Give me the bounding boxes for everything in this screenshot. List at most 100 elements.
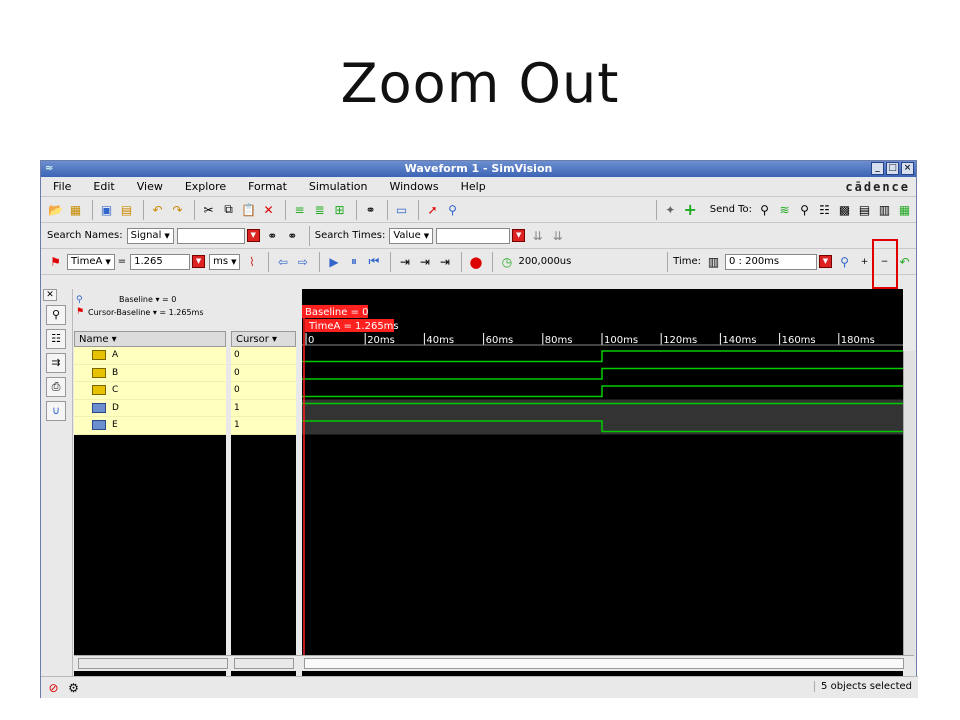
- stop-icon[interactable]: ●: [467, 253, 484, 271]
- new-window-icon[interactable]: ▣: [98, 201, 115, 218]
- transaction-icon[interactable]: ▥: [876, 201, 893, 218]
- print-icon[interactable]: ⎙: [46, 377, 66, 397]
- calculator-icon[interactable]: ▦: [896, 201, 913, 218]
- binoculars-icon[interactable]: ⚭: [362, 201, 379, 218]
- paste-icon[interactable]: 📋: [240, 201, 257, 218]
- cursor-time-input[interactable]: 1.265: [130, 253, 191, 270]
- step-icon[interactable]: ⇥: [396, 253, 413, 270]
- delete-icon[interactable]: ✕: [260, 201, 277, 218]
- hierarchy-icon[interactable]: ☷: [46, 329, 66, 349]
- close-button[interactable]: ×: [901, 162, 914, 175]
- search-names-dropdown-icon[interactable]: ▼: [246, 229, 260, 242]
- network-icon[interactable]: ⚙: [65, 679, 82, 696]
- time-range-input[interactable]: 0 : 200ms: [725, 253, 817, 270]
- expand-icon[interactable]: ⇉: [46, 353, 66, 373]
- vertical-scrollbar[interactable]: [903, 351, 915, 661]
- cursor-column-header[interactable]: Cursor ▾: [231, 331, 296, 347]
- design-browser-icon[interactable]: ⚲: [756, 201, 773, 218]
- waveform-pane[interactable]: 0 20ms 40ms 60ms 80ms 100ms 120ms 140ms 160ms 180…: [302, 289, 903, 679]
- next-edge-icon[interactable]: ⇨: [294, 253, 311, 270]
- zoom-fit-icon[interactable]: ⚲: [836, 253, 853, 270]
- step-over-icon[interactable]: ⇥: [416, 253, 433, 270]
- run-icon[interactable]: ▶: [325, 253, 342, 270]
- redo-icon[interactable]: ↷: [169, 201, 186, 218]
- signal-row[interactable]: D: [74, 399, 226, 417]
- search-times-mode-select[interactable]: Value ▼: [389, 227, 434, 244]
- signal-row[interactable]: B: [74, 364, 226, 382]
- time-tick-label: 160ms: [782, 335, 816, 346]
- title-bar[interactable]: ≈ Waveform 1 - SimVision _ □ ×: [41, 161, 916, 177]
- search-times-prev-icon[interactable]: ⇊: [529, 227, 546, 244]
- search-names-input[interactable]: [176, 227, 245, 244]
- cursor-hscroll[interactable]: [234, 658, 294, 669]
- magnet-icon[interactable]: ∪: [46, 401, 66, 421]
- waveform-hscroll[interactable]: [304, 658, 904, 669]
- menu-windows[interactable]: Windows: [389, 180, 438, 193]
- cursor-value-row[interactable]: 0: [231, 364, 296, 382]
- group-icon[interactable]: ⊞: [331, 201, 348, 218]
- name-hscroll[interactable]: [78, 658, 228, 669]
- reuse-window-icon[interactable]: ▤: [118, 201, 135, 218]
- search-times-dropdown-icon[interactable]: ▼: [512, 229, 526, 242]
- zoom-in-icon[interactable]: +: [856, 253, 873, 270]
- wizard-icon[interactable]: ✦: [662, 201, 679, 218]
- time-range-icon: ▥: [707, 254, 720, 269]
- copy-icon[interactable]: ⧉: [220, 201, 237, 218]
- undo-icon[interactable]: ↶: [149, 201, 166, 218]
- search-next-icon[interactable]: ⚭: [264, 227, 281, 244]
- marker-icon[interactable]: ▭: [393, 201, 410, 218]
- step-out-icon[interactable]: ⇥: [436, 253, 453, 270]
- cursor-value-row[interactable]: 1: [231, 417, 296, 435]
- waveform-canvas[interactable]: 0 20ms 40ms 60ms 80ms 100ms 120ms 140ms 160ms 180…: [302, 289, 903, 655]
- cursor-time-dropdown-icon[interactable]: ▼: [192, 255, 206, 268]
- marker-select[interactable]: TimeA ▼: [67, 253, 115, 270]
- browse-icon[interactable]: ⚲: [46, 305, 66, 325]
- cursor-flag-icon[interactable]: ⚑: [47, 253, 64, 270]
- no-entry-icon[interactable]: ⊘: [45, 679, 62, 696]
- cursor-value-row[interactable]: 0: [231, 382, 296, 400]
- search-names-mode-select[interactable]: Signal ▼: [126, 227, 174, 244]
- zoom-tool-icon[interactable]: ⚲: [444, 201, 461, 218]
- cursor-edit-icon[interactable]: ⌇: [243, 253, 260, 270]
- baseline-readout[interactable]: Baseline ▾ = 0: [119, 295, 176, 304]
- signal-row[interactable]: C: [74, 382, 226, 400]
- menu-format[interactable]: Format: [248, 180, 287, 193]
- pause-icon[interactable]: ⏸: [345, 253, 362, 270]
- signal-row[interactable]: E: [74, 417, 226, 435]
- menu-edit[interactable]: Edit: [93, 180, 114, 193]
- menu-file[interactable]: File: [53, 180, 71, 193]
- prev-edge-icon[interactable]: ⇦: [274, 253, 291, 270]
- name-column-header[interactable]: Name ▾: [74, 331, 226, 347]
- cursor-value-row[interactable]: 1: [231, 399, 296, 417]
- collapse-bus-icon[interactable]: ≣: [311, 201, 328, 218]
- memory-viewer-icon[interactable]: ▤: [856, 201, 873, 218]
- search-times-input[interactable]: [436, 227, 511, 244]
- minimize-button[interactable]: _: [871, 162, 884, 175]
- time-unit-select[interactable]: ms ▼: [209, 253, 241, 270]
- time-range-dropdown-icon[interactable]: ▼: [819, 255, 832, 268]
- maximize-button[interactable]: □: [886, 162, 899, 175]
- menu-view[interactable]: View: [137, 180, 163, 193]
- cursor-baseline-readout[interactable]: Cursor-Baseline ▾ = 1.265ms: [88, 308, 204, 317]
- expand-bus-icon[interactable]: ≡: [291, 201, 308, 218]
- search-prev-icon[interactable]: ⚭: [284, 227, 301, 244]
- waveform-icon[interactable]: ≋: [776, 201, 793, 218]
- signal-row[interactable]: A: [74, 347, 226, 365]
- open-database-icon[interactable]: 📂: [47, 201, 64, 218]
- register-icon[interactable]: ▩: [836, 201, 853, 218]
- menu-help[interactable]: Help: [461, 180, 486, 193]
- select-pointer-icon[interactable]: ➚: [424, 201, 441, 218]
- cut-icon[interactable]: ✂: [200, 201, 217, 218]
- horizontal-scrollbar[interactable]: [74, 655, 914, 671]
- rewind-icon[interactable]: ⏮: [365, 253, 382, 270]
- close-pane-icon[interactable]: ✕: [43, 289, 57, 301]
- schematic-icon[interactable]: ⚲: [796, 201, 813, 218]
- add-plus-icon[interactable]: +: [682, 200, 699, 219]
- search-times-next-icon[interactable]: ⇊: [549, 227, 566, 244]
- menu-simulation[interactable]: Simulation: [309, 180, 368, 193]
- source-browser-icon[interactable]: ☷: [816, 201, 833, 218]
- zoom-undo-icon[interactable]: ↶: [896, 253, 913, 270]
- save-database-icon[interactable]: ▦: [67, 201, 84, 218]
- menu-explore[interactable]: Explore: [185, 180, 226, 193]
- cursor-value-row[interactable]: 0: [231, 347, 296, 365]
